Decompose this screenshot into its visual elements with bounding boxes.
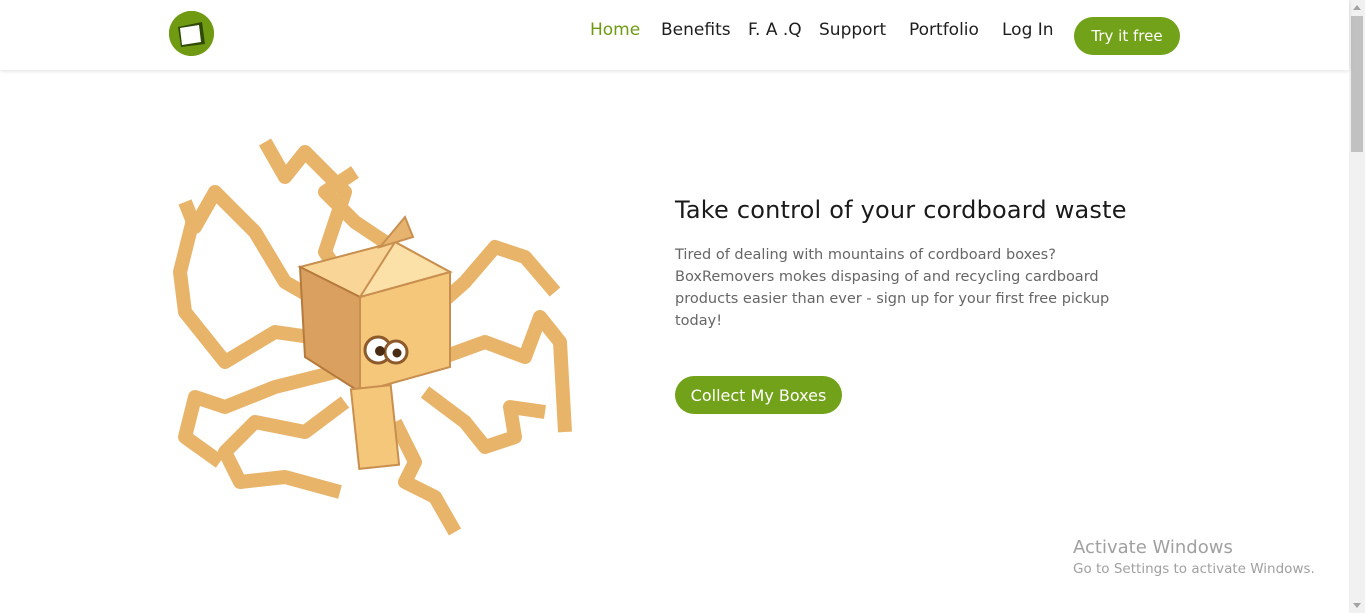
scroll-down-icon[interactable] [1353,603,1361,608]
activate-windows-watermark: Activate Windows Go to Settings to activ… [1073,537,1315,577]
nav-portfolio[interactable]: Portfolio [909,20,979,40]
site-header: Home Benefits F. A .Q Support Portfolio … [0,0,1349,70]
nav-login[interactable]: Log In [1002,20,1054,40]
cardboard-octopus-illustration [165,132,575,542]
nav-home[interactable]: Home [590,20,640,40]
scroll-up-icon[interactable] [1353,5,1361,10]
scroll-thumb[interactable] [1351,16,1363,152]
try-free-button[interactable]: Try it free [1074,17,1180,55]
nav-faq[interactable]: F. A .Q [748,20,802,40]
watermark-subtitle: Go to Settings to activate Windows. [1073,561,1315,577]
watermark-title: Activate Windows [1073,537,1233,558]
hero-title: Take control of your cordboard waste [675,196,1127,224]
collect-my-boxes-button[interactable]: Collect My Boxes [675,376,842,414]
vertical-scrollbar[interactable] [1349,0,1365,613]
nav-support[interactable]: Support [819,20,886,40]
nav-benefits[interactable]: Benefits [661,20,731,40]
box-logo-icon[interactable] [169,11,214,56]
hero-description: Tired of dealing with mountains of cordb… [675,247,1110,329]
